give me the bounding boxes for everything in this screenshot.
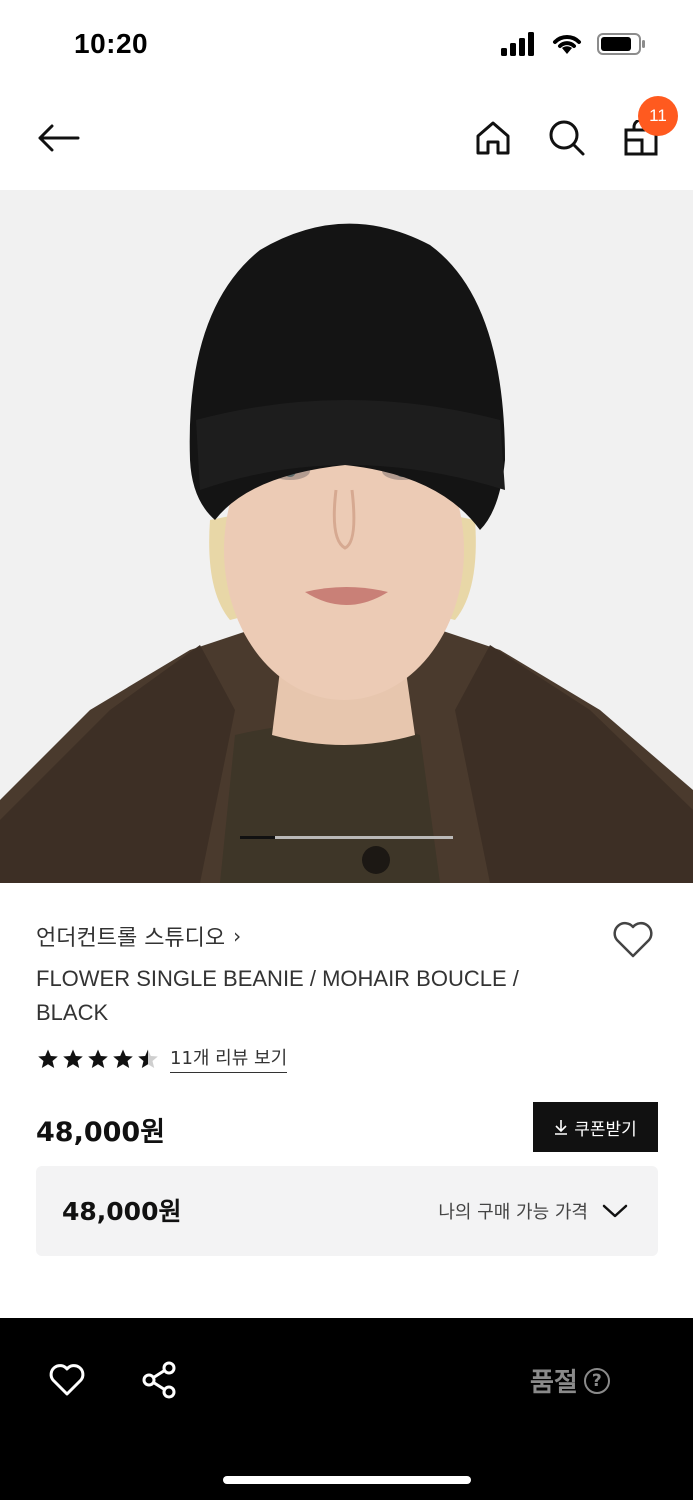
model-wearing-black-beanie [0, 190, 693, 883]
home-icon [476, 121, 510, 155]
chevron-down-icon[interactable] [600, 1196, 630, 1226]
status-icons [501, 32, 647, 60]
star-rating [36, 1048, 160, 1070]
search-button[interactable] [544, 113, 590, 163]
product-title: FLOWER SINGLE BEANIE / MOHAIR BOUCLE / B… [36, 966, 519, 1025]
carousel-indicator-active [240, 836, 276, 839]
home-button[interactable] [470, 113, 516, 163]
heart-icon [49, 1364, 85, 1396]
signal-icon [501, 32, 537, 60]
heart-icon [613, 921, 653, 958]
top-navigation [0, 95, 693, 185]
home-indicator [223, 1476, 471, 1484]
carousel-indicator [240, 836, 453, 839]
rating-row: 11개 리뷰 보기 [36, 1044, 288, 1073]
soldout-label: 품절 [530, 1368, 578, 1398]
status-bar: 10:20 [0, 0, 693, 90]
review-link[interactable]: 11개 리뷰 보기 [170, 1044, 288, 1073]
my-price-box[interactable]: 48,000원 나의 구매 가능 가격 [36, 1166, 658, 1256]
star-icon [38, 1049, 58, 1068]
cart-count-badge: 11 [638, 96, 678, 136]
help-icon[interactable]: ? [583, 1367, 610, 1394]
search-icon [549, 120, 585, 156]
my-price-value: 48,000원 [62, 1197, 182, 1226]
back-button[interactable] [30, 113, 86, 163]
my-price-label: 나의 구매 가능 가격 [438, 1202, 588, 1223]
status-time: 10:20 [74, 28, 149, 59]
product-price: 48,000원 [36, 1117, 166, 1148]
star-icon [113, 1049, 133, 1068]
soldout-button[interactable]: 품절 ? [530, 1362, 610, 1399]
brand-link[interactable]: 언더컨트롤 스튜디오 › [36, 920, 241, 952]
chevron-right-icon: › [233, 924, 242, 948]
battery-icon [597, 32, 647, 60]
bottom-action-bar: 품절 ? [0, 1318, 693, 1500]
share-button[interactable] [138, 1358, 180, 1402]
star-icon [63, 1049, 83, 1068]
wifi-icon [551, 32, 583, 60]
coupon-label: 쿠폰받기 [574, 1119, 637, 1140]
star-icon [138, 1049, 158, 1068]
share-icon [142, 1361, 176, 1399]
download-icon [555, 1120, 568, 1135]
back-arrow-icon [38, 124, 80, 152]
star-icon [88, 1049, 108, 1068]
wishlist-button[interactable] [608, 916, 658, 962]
bottom-wishlist-button[interactable] [46, 1360, 88, 1400]
product-image-carousel[interactable] [0, 190, 693, 883]
brand-name: 언더컨트롤 스튜디오 [36, 926, 226, 951]
coupon-button[interactable]: 쿠폰받기 [533, 1102, 658, 1152]
